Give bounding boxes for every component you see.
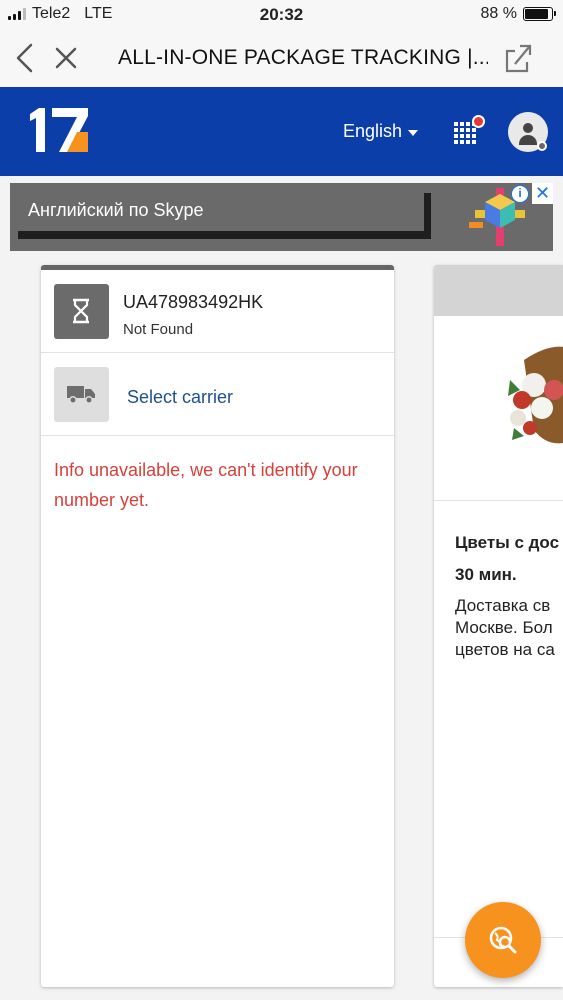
carrier-icon-box bbox=[54, 367, 109, 422]
side-ad-description: Доставка св Москве. Бол цветов на са bbox=[455, 596, 555, 659]
battery-percent: 88 % bbox=[480, 5, 517, 22]
track-search-button[interactable] bbox=[465, 902, 541, 978]
tracking-header-row[interactable]: UA478983492HK Not Found bbox=[41, 270, 394, 353]
battery-icon bbox=[523, 7, 556, 21]
globe-search-icon bbox=[489, 926, 517, 954]
side-ad-divider bbox=[434, 500, 563, 501]
select-carrier-link[interactable]: Select carrier bbox=[127, 387, 233, 408]
truck-icon bbox=[67, 386, 95, 404]
chevron-down-icon bbox=[408, 129, 419, 136]
back-icon[interactable] bbox=[12, 42, 38, 74]
ad-decoration-vertical bbox=[424, 193, 431, 239]
browser-navbar: ALL-IN-ONE PACKAGE TRACKING |... bbox=[0, 30, 563, 87]
carrier-row[interactable]: Select carrier bbox=[41, 353, 394, 436]
language-label: English bbox=[343, 121, 403, 141]
close-icon[interactable] bbox=[52, 44, 80, 72]
hourglass-icon bbox=[73, 298, 89, 324]
flower-basket-image bbox=[508, 346, 563, 444]
side-ad-header bbox=[434, 265, 563, 316]
language-selector[interactable]: English bbox=[343, 121, 419, 142]
tracking-status: Not Found bbox=[123, 321, 194, 338]
ad-close-icon[interactable]: ✕ bbox=[532, 183, 553, 204]
apps-grid-icon[interactable] bbox=[454, 122, 476, 144]
ad-decoration bbox=[18, 231, 430, 239]
site-header: English bbox=[0, 87, 563, 176]
battery-info: 88 % bbox=[480, 5, 556, 23]
error-message: Info unavailable, we can't identify your… bbox=[54, 460, 358, 510]
ad-text: Английский по Skype bbox=[28, 200, 204, 220]
notification-dot bbox=[472, 115, 485, 128]
tracking-card: UA478983492HK Not Found Select carrier I… bbox=[41, 265, 394, 987]
side-ad-card[interactable]: Цветы с дос 30 мин. Доставка св Москве. … bbox=[434, 265, 563, 987]
avatar-status-dot bbox=[537, 141, 547, 151]
share-icon[interactable] bbox=[503, 42, 533, 74]
ad-info-icon[interactable]: i bbox=[511, 185, 529, 203]
status-bar: Tele2 LTE 20:32 88 % bbox=[0, 0, 563, 30]
tracking-number: UA478983492HK bbox=[123, 292, 264, 312]
side-ad-title: Цветы с дос 30 мин. bbox=[455, 533, 560, 584]
page-title: ALL-IN-ONE PACKAGE TRACKING |... bbox=[118, 46, 488, 69]
clock: 20:32 bbox=[259, 5, 304, 24]
ad-banner[interactable]: Английский по Skype i ✕ bbox=[10, 183, 553, 251]
status-icon-box bbox=[54, 284, 109, 339]
logo-17-icon[interactable] bbox=[27, 108, 89, 152]
